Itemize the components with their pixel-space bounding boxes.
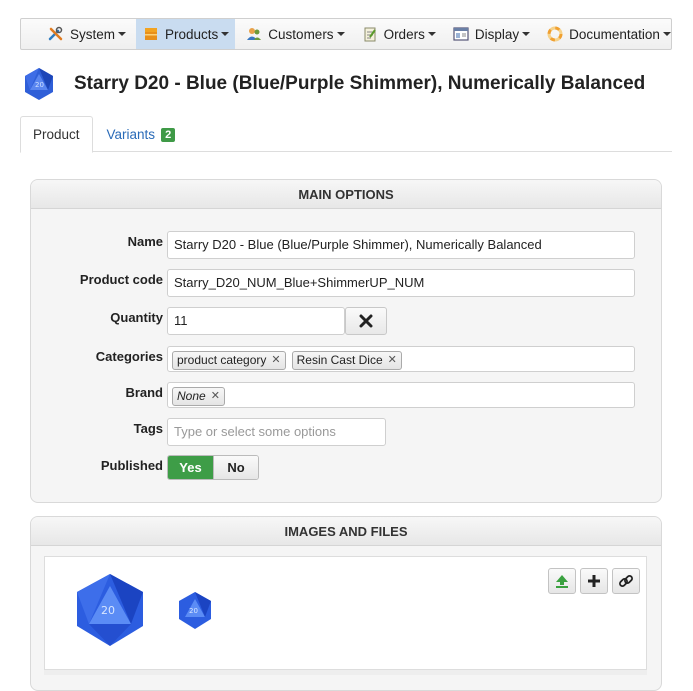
- menu-orders-label: Orders: [383, 26, 425, 42]
- chevron-down-icon: [522, 32, 531, 36]
- chevron-down-icon: [118, 32, 127, 36]
- categories-field[interactable]: product category ✕ Resin Cast Dice ✕: [167, 346, 635, 372]
- name-label: Name: [127, 234, 163, 249]
- quantity-clear-button[interactable]: [345, 307, 387, 335]
- menu-documentation-label: Documentation: [569, 26, 660, 42]
- menu-products[interactable]: Products: [136, 19, 236, 49]
- product-code-label: Product code: [79, 272, 163, 287]
- plus-icon: [588, 575, 600, 587]
- images-files-panel: IMAGES AND FILES 20 20: [30, 516, 662, 691]
- quantity-label: Quantity: [110, 310, 163, 325]
- product-thumbnail: 20: [25, 68, 53, 100]
- svg-text:20: 20: [35, 81, 44, 89]
- remove-tag-icon[interactable]: ✕: [211, 383, 220, 407]
- product-secondary-image[interactable]: 20: [173, 589, 217, 633]
- image-actions: [544, 568, 640, 594]
- users-icon: [247, 28, 262, 40]
- menu-display-label: Display: [474, 26, 520, 42]
- tags-input[interactable]: Type or select some options: [167, 418, 386, 446]
- upload-image-button[interactable]: [548, 568, 576, 594]
- name-input[interactable]: Starry D20 - Blue (Blue/Purple Shimmer),…: [167, 231, 635, 259]
- upload-icon: [556, 575, 568, 588]
- box-icon: [145, 28, 158, 40]
- tab-bar: Product Variants 2: [20, 116, 672, 153]
- svg-text:20: 20: [189, 607, 198, 615]
- tools-icon: [48, 26, 63, 41]
- brand-tag: None ✕: [172, 386, 225, 406]
- chevron-down-icon: [662, 32, 671, 36]
- images-files-heading: IMAGES AND FILES: [31, 517, 661, 546]
- images-area: 20 20: [44, 556, 647, 671]
- top-menu-bar: System Products Customers Orders Display…: [20, 18, 672, 50]
- tags-label: Tags: [133, 421, 163, 436]
- category-tag: Resin Cast Dice ✕: [291, 350, 402, 370]
- published-yes-button[interactable]: Yes: [168, 456, 213, 479]
- product-main-image[interactable]: 20: [65, 570, 155, 650]
- menu-system[interactable]: System: [41, 19, 132, 49]
- variants-count-badge: 2: [161, 127, 176, 142]
- menu-orders[interactable]: Orders: [355, 19, 442, 49]
- tab-product[interactable]: Product: [20, 116, 93, 153]
- category-tag-label: product category: [177, 353, 267, 367]
- quantity-input[interactable]: 11: [167, 307, 345, 335]
- brand-label: Brand: [125, 385, 163, 400]
- categories-label: Categories: [95, 349, 163, 364]
- close-icon: [359, 314, 373, 328]
- link-icon: [619, 575, 633, 587]
- link-image-button[interactable]: [612, 568, 640, 594]
- brand-tag-label: None: [177, 389, 206, 403]
- remove-tag-icon[interactable]: ✕: [271, 347, 280, 371]
- published-label: Published: [100, 458, 163, 473]
- tab-variants-label: Variants: [106, 127, 156, 142]
- add-image-button[interactable]: [580, 568, 608, 594]
- images-footer-bar: [44, 669, 647, 675]
- menu-display[interactable]: Display: [446, 19, 536, 49]
- menu-customers[interactable]: Customers: [239, 19, 350, 49]
- menu-products-label: Products: [165, 26, 219, 42]
- published-toggle: Yes No: [167, 455, 259, 480]
- page-header: 20 Starry D20 - Blue (Blue/Purple Shimme…: [20, 66, 645, 102]
- chevron-down-icon: [336, 32, 345, 36]
- chevron-down-icon: [221, 32, 230, 36]
- published-no-button[interactable]: No: [213, 456, 258, 479]
- menu-customers-label: Customers: [268, 26, 334, 42]
- page-title: Starry D20 - Blue (Blue/Purple Shimmer),…: [74, 73, 646, 94]
- remove-tag-icon[interactable]: ✕: [388, 347, 397, 371]
- product-code-input[interactable]: Starry_D20_NUM_Blue+ShimmerUP_NUM: [167, 269, 635, 297]
- window-icon: [453, 27, 469, 41]
- clipboard-icon: [364, 27, 376, 42]
- category-tag: product category ✕: [172, 350, 286, 370]
- main-options-panel: MAIN OPTIONS Name Starry D20 - Blue (Blu…: [30, 179, 662, 503]
- brand-field[interactable]: None ✕: [167, 382, 635, 408]
- main-options-heading: MAIN OPTIONS: [31, 180, 661, 209]
- menu-system-label: System: [70, 26, 116, 42]
- tab-variants[interactable]: Variants 2: [95, 116, 188, 153]
- menu-documentation[interactable]: Documentation: [540, 19, 677, 49]
- svg-text:20: 20: [101, 604, 115, 617]
- chevron-down-icon: [427, 32, 436, 36]
- lifebuoy-icon: [547, 26, 563, 42]
- category-tag-label: Resin Cast Dice: [296, 353, 383, 367]
- tab-product-label: Product: [33, 127, 80, 142]
